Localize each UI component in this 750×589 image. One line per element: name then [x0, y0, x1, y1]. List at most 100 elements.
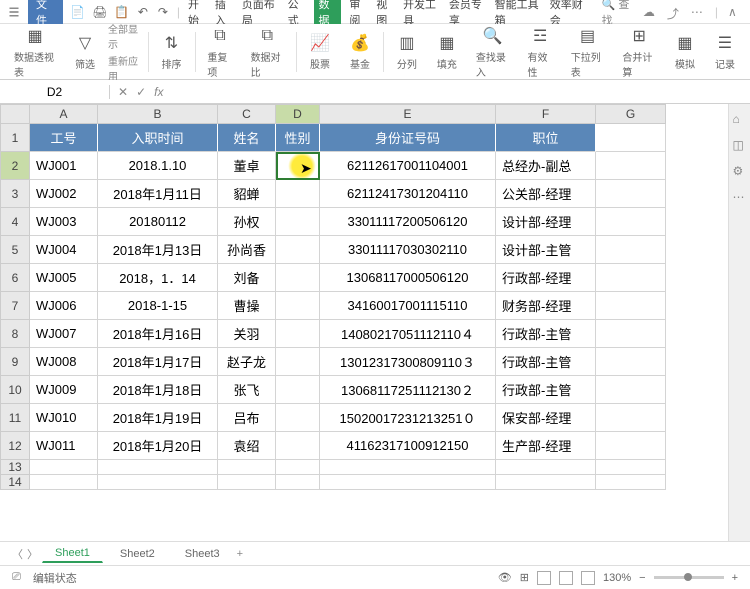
col-header-B[interactable]: B	[98, 104, 218, 124]
cell[interactable]: 34160017001115110	[320, 292, 496, 320]
cell[interactable]	[496, 460, 596, 475]
cell[interactable]: 2018年1月13日	[98, 236, 218, 264]
cell[interactable]	[596, 404, 666, 432]
cell[interactable]: 总经办-副总	[496, 152, 596, 180]
cell[interactable]: 行政部-经理	[496, 264, 596, 292]
cell[interactable]: 2018年1月18日	[98, 376, 218, 404]
row-header-6[interactable]: 6	[0, 264, 30, 292]
cell[interactable]: 貂蝉	[218, 180, 276, 208]
cell[interactable]: 曹操	[218, 292, 276, 320]
cell[interactable]	[276, 292, 320, 320]
cell[interactable]: 33011117200506120	[320, 208, 496, 236]
cell[interactable]	[276, 460, 320, 475]
cell[interactable]	[596, 292, 666, 320]
cell[interactable]	[596, 460, 666, 475]
valid-button[interactable]: ☲有效性	[522, 25, 559, 79]
row-header-1[interactable]: 1	[0, 124, 30, 152]
cell[interactable]: 62112417301204110	[320, 180, 496, 208]
col-header-G[interactable]: G	[596, 104, 666, 124]
cell[interactable]	[496, 475, 596, 490]
row-header-8[interactable]: 8	[0, 320, 30, 348]
undo-icon[interactable]: ↶	[137, 5, 149, 19]
cell[interactable]: 13012317300809110３	[320, 348, 496, 376]
cell[interactable]	[276, 180, 320, 208]
cell[interactable]: 15020017231213251０	[320, 404, 496, 432]
cell[interactable]: 2018年1月19日	[98, 404, 218, 432]
panel-settings-icon[interactable]: ⚙	[733, 164, 747, 178]
menu-icon[interactable]	[8, 5, 20, 19]
cell[interactable]: 14080217051112110４	[320, 320, 496, 348]
row-header-13[interactable]: 13	[0, 460, 30, 475]
row-header-2[interactable]: 2	[0, 152, 30, 180]
cell[interactable]	[320, 460, 496, 475]
row-header-7[interactable]: 7	[0, 292, 30, 320]
cell[interactable]	[276, 348, 320, 376]
cell[interactable]	[276, 404, 320, 432]
cloud-icon[interactable]: ☁	[643, 5, 657, 19]
cell[interactable]	[596, 348, 666, 376]
cell[interactable]: WJ010	[30, 404, 98, 432]
cell[interactable]	[276, 208, 320, 236]
cell[interactable]: 2018年1月16日	[98, 320, 218, 348]
cell[interactable]: WJ006	[30, 292, 98, 320]
cell[interactable]: 2018年1月17日	[98, 348, 218, 376]
col-header-F[interactable]: F	[496, 104, 596, 124]
sheet-tab-2[interactable]: Sheet2	[107, 545, 168, 563]
cell[interactable]: 2018年1月20日	[98, 432, 218, 460]
cell[interactable]	[276, 432, 320, 460]
cell[interactable]: 吕布	[218, 404, 276, 432]
cell[interactable]	[98, 475, 218, 490]
cell[interactable]: 2018年1月11日	[98, 180, 218, 208]
cell[interactable]: 62112617001104001	[320, 152, 496, 180]
cell[interactable]	[30, 475, 98, 490]
cell[interactable]: 孙权	[218, 208, 276, 236]
active-cell-D2[interactable]: ➤	[276, 152, 320, 180]
sheet-tab-1[interactable]: Sheet1	[42, 544, 103, 563]
cell[interactable]	[596, 376, 666, 404]
header-cell[interactable]: 性别	[276, 124, 320, 152]
filter-button[interactable]: ▽筛选	[68, 32, 102, 71]
cell[interactable]: WJ008	[30, 348, 98, 376]
cell[interactable]	[276, 376, 320, 404]
cell[interactable]: 2018，1．14	[98, 264, 218, 292]
cell[interactable]	[596, 320, 666, 348]
cell[interactable]: 13068117251112130２	[320, 376, 496, 404]
grid-icon[interactable]: ⊞	[520, 571, 529, 584]
header-cell[interactable]: 职位	[496, 124, 596, 152]
sim-button[interactable]: ▦模拟	[668, 32, 702, 71]
row-header-14[interactable]: 14	[0, 475, 30, 490]
split-button[interactable]: ▥分列	[390, 32, 424, 71]
cell[interactable]: WJ009	[30, 376, 98, 404]
header-cell[interactable]: 姓名	[218, 124, 276, 152]
cell[interactable]: WJ005	[30, 264, 98, 292]
dropdown-button[interactable]: ▤下拉列表	[565, 25, 611, 79]
cell[interactable]: 设计部-主管	[496, 236, 596, 264]
sort-button[interactable]: ⇅排序	[155, 32, 189, 71]
cell[interactable]: 董卓	[218, 152, 276, 180]
cell[interactable]	[596, 236, 666, 264]
fill-button[interactable]: ▦填充	[430, 32, 464, 71]
stock-button[interactable]: 📈股票	[303, 32, 337, 71]
cell[interactable]: WJ011	[30, 432, 98, 460]
collapse-icon[interactable]: ∧	[728, 5, 742, 19]
select-all[interactable]	[0, 104, 30, 124]
cell[interactable]: 生产部-经理	[496, 432, 596, 460]
preview-icon[interactable]: 📋	[115, 5, 129, 19]
eye-icon[interactable]: 👁	[498, 571, 512, 584]
cell[interactable]	[276, 236, 320, 264]
fund-button[interactable]: 💰基金	[343, 32, 377, 71]
row-header-12[interactable]: 12	[0, 432, 30, 460]
header-cell[interactable]: 工号	[30, 124, 98, 152]
cell[interactable]	[320, 475, 496, 490]
cell[interactable]: WJ007	[30, 320, 98, 348]
record-button[interactable]: ☰记录	[708, 32, 742, 71]
cell[interactable]: 财务部-经理	[496, 292, 596, 320]
zoom-in[interactable]: +	[732, 572, 738, 584]
cell[interactable]: 袁绍	[218, 432, 276, 460]
cell[interactable]: 张飞	[218, 376, 276, 404]
reapply[interactable]: 重新应用	[108, 53, 142, 83]
zoom-slider[interactable]	[654, 576, 724, 579]
cell[interactable]: 赵子龙	[218, 348, 276, 376]
merge-button[interactable]: ⊞合并计算	[616, 25, 662, 79]
cell[interactable]	[596, 208, 666, 236]
